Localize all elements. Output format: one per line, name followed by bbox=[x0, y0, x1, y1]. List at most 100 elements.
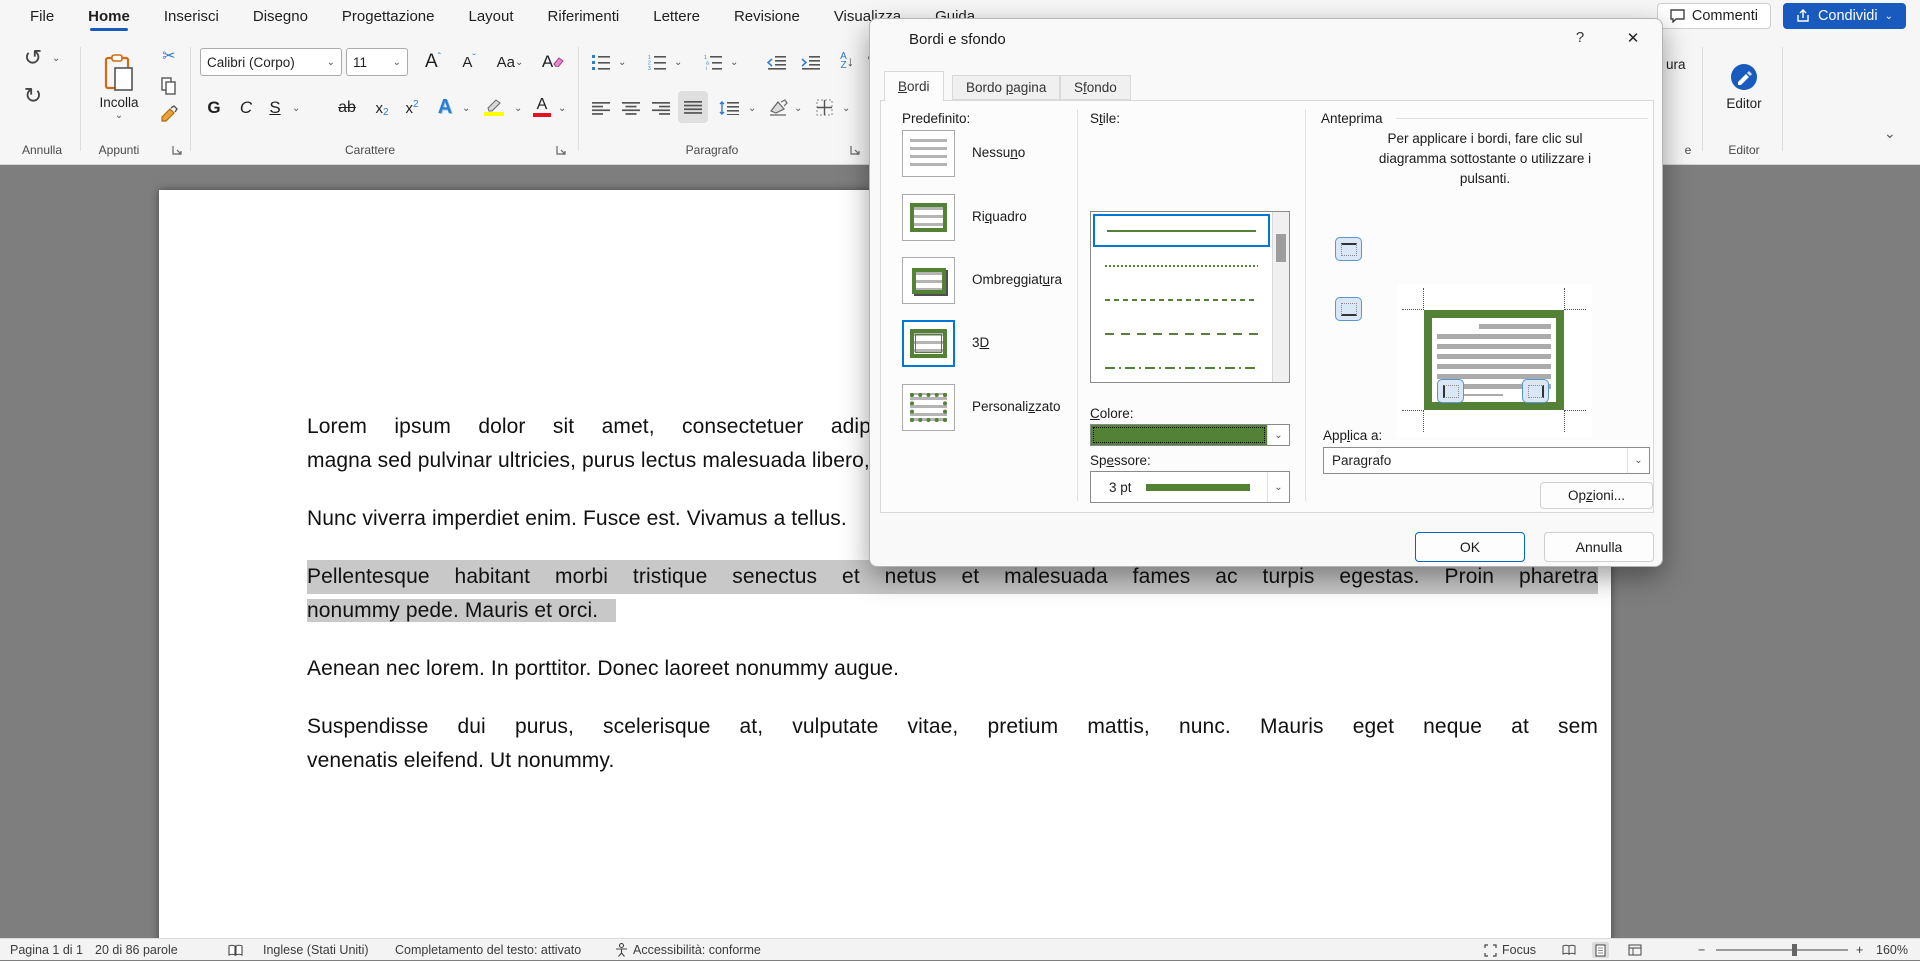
style-list-scrollbar[interactable] bbox=[1272, 212, 1289, 382]
copy-button[interactable] bbox=[156, 75, 182, 97]
shading-button[interactable] bbox=[764, 93, 792, 121]
decrease-indent-button[interactable] bbox=[762, 49, 790, 75]
dictate-button-fragment[interactable]: ura bbox=[1666, 57, 1686, 72]
print-layout-view-button-active[interactable] bbox=[1592, 939, 1609, 961]
justify-button-active[interactable] bbox=[678, 91, 708, 123]
left-border-toggle-button[interactable] bbox=[1437, 379, 1464, 403]
preset-nessuno[interactable]: Nessuno bbox=[972, 145, 1025, 160]
undo-button[interactable]: ↺ bbox=[18, 45, 48, 71]
superscript-button[interactable]: x2 bbox=[398, 93, 426, 123]
text-effects-button[interactable]: A bbox=[430, 91, 460, 123]
menu-file[interactable]: File bbox=[28, 2, 56, 31]
preset-personalizzato[interactable]: Personalizzato bbox=[972, 399, 1061, 414]
chevron-down-icon[interactable]: ⌄ bbox=[462, 103, 470, 114]
scrollbar-thumb[interactable] bbox=[1276, 234, 1286, 262]
tab-bordi[interactable]: Bordi bbox=[884, 71, 944, 101]
chevron-down-icon[interactable]: ⌄ bbox=[730, 57, 738, 68]
clipboard-dialog-launcher-icon[interactable] bbox=[172, 145, 183, 156]
highlight-button[interactable] bbox=[478, 91, 510, 123]
style-option-dash-small[interactable] bbox=[1093, 283, 1270, 316]
text-completion-indicator[interactable]: Completamento del testo: attivato bbox=[395, 939, 581, 961]
paragraph-dialog-launcher-icon[interactable] bbox=[850, 145, 861, 156]
page-indicator[interactable]: Pagina 1 di 1 bbox=[10, 939, 83, 961]
chevron-down-icon[interactable]: ⌄ bbox=[674, 57, 682, 68]
menu-revisione[interactable]: Revisione bbox=[732, 2, 802, 31]
shadow-preset-icon[interactable] bbox=[902, 257, 955, 304]
border-width-select[interactable]: 3 pt ⌄ bbox=[1090, 471, 1290, 503]
style-option-dash-large[interactable] bbox=[1093, 317, 1270, 350]
options-button[interactable]: Opzioni... bbox=[1540, 482, 1653, 509]
font-dialog-launcher-icon[interactable] bbox=[556, 145, 567, 156]
menu-home[interactable]: Home bbox=[86, 2, 132, 31]
zoom-slider-track[interactable] bbox=[1716, 949, 1848, 951]
style-option-dash-dot[interactable] bbox=[1093, 351, 1270, 384]
multilevel-list-button[interactable]: 1ai bbox=[700, 49, 726, 75]
grow-font-button[interactable]: Aˆ bbox=[416, 48, 450, 76]
cut-button[interactable]: ✂ bbox=[156, 45, 182, 67]
preset-3d[interactable]: 3D bbox=[972, 335, 989, 350]
style-option-dotted[interactable] bbox=[1093, 249, 1270, 282]
bullets-button[interactable] bbox=[588, 49, 614, 75]
cancel-button[interactable]: Annulla bbox=[1544, 532, 1654, 562]
none-preset-icon[interactable] bbox=[902, 130, 955, 177]
sort-button[interactable]: AZ ↓ bbox=[832, 47, 862, 75]
zoom-slider-thumb[interactable] bbox=[1792, 944, 1797, 956]
zoom-out-button[interactable]: − bbox=[1698, 939, 1705, 961]
menu-disegno[interactable]: Disegno bbox=[251, 2, 310, 31]
zoom-level[interactable]: 160% bbox=[1876, 939, 1908, 961]
strikethrough-button[interactable]: ab bbox=[330, 93, 364, 123]
bold-button[interactable]: G bbox=[200, 93, 228, 123]
font-color-button[interactable]: A bbox=[528, 91, 556, 123]
menu-layout[interactable]: Layout bbox=[467, 2, 516, 31]
align-center-button[interactable] bbox=[618, 95, 644, 121]
menu-riferimenti[interactable]: Riferimenti bbox=[546, 2, 622, 31]
focus-mode-button[interactable]: Focus bbox=[1484, 939, 1536, 961]
redo-button[interactable]: ↻ bbox=[18, 83, 48, 109]
read-mode-view-button[interactable] bbox=[1560, 939, 1577, 961]
chevron-down-icon[interactable]: ⌄ bbox=[292, 103, 300, 114]
3d-preset-icon[interactable] bbox=[902, 320, 955, 367]
shrink-font-button[interactable]: Aˇ bbox=[452, 48, 486, 76]
editor-button[interactable]: Editor bbox=[1712, 41, 1776, 131]
menu-progettazione[interactable]: Progettazione bbox=[340, 2, 437, 31]
web-layout-view-button[interactable] bbox=[1626, 939, 1643, 961]
menu-inserisci[interactable]: Inserisci bbox=[162, 2, 221, 31]
chevron-down-icon[interactable]: ⌄ bbox=[618, 57, 626, 68]
line-spacing-button[interactable] bbox=[714, 95, 744, 121]
tab-sfondo[interactable]: Sfondo bbox=[1060, 75, 1131, 100]
underline-button[interactable]: S bbox=[262, 93, 288, 123]
borders-button[interactable] bbox=[810, 93, 838, 121]
word-count[interactable]: 20 di 86 parole bbox=[95, 939, 178, 961]
accessibility-indicator[interactable]: Accessibilità: conforme bbox=[615, 939, 761, 961]
bottom-border-toggle-button[interactable] bbox=[1335, 297, 1362, 321]
box-preset-icon[interactable] bbox=[902, 194, 955, 241]
chevron-down-icon[interactable]: ⌄ bbox=[558, 103, 566, 114]
custom-preset-icon[interactable] bbox=[902, 384, 955, 431]
preset-ombreggiatura[interactable]: Ombreggiatura bbox=[972, 272, 1062, 287]
apply-to-select[interactable]: Paragrafo ⌄ bbox=[1323, 447, 1650, 474]
comments-button[interactable]: Commenti bbox=[1657, 3, 1771, 29]
increase-indent-button[interactable] bbox=[796, 49, 824, 75]
preset-riquadro[interactable]: Riquadro bbox=[972, 209, 1027, 224]
share-button[interactable]: Condividi ⌄ bbox=[1783, 3, 1906, 29]
italic-button[interactable]: C bbox=[232, 93, 260, 123]
right-border-toggle-button[interactable] bbox=[1522, 379, 1549, 403]
align-left-button[interactable] bbox=[588, 95, 614, 121]
chevron-down-icon[interactable]: ⌄ bbox=[514, 103, 522, 114]
border-preview-diagram[interactable] bbox=[1397, 284, 1592, 438]
collapse-ribbon-chevron-icon[interactable]: ⌄ bbox=[1884, 125, 1896, 142]
chevron-down-icon[interactable]: ⌄ bbox=[52, 53, 60, 64]
font-size-select[interactable]: 11⌄ bbox=[346, 48, 408, 76]
border-color-select[interactable]: ⌄ bbox=[1090, 424, 1290, 446]
font-name-select[interactable]: Calibri (Corpo)⌄ bbox=[200, 48, 342, 76]
chevron-down-icon[interactable]: ⌄ bbox=[842, 103, 850, 114]
proofing-book-icon[interactable] bbox=[228, 939, 243, 961]
menu-lettere[interactable]: Lettere bbox=[651, 2, 702, 31]
chevron-down-icon[interactable]: ⌄ bbox=[748, 103, 756, 114]
border-style-list[interactable] bbox=[1090, 211, 1290, 383]
change-case-button[interactable]: Aa⌄ bbox=[490, 48, 530, 76]
language-indicator[interactable]: Inglese (Stati Uniti) bbox=[263, 939, 369, 961]
clear-formatting-button[interactable]: A bbox=[536, 48, 570, 76]
style-option-solid[interactable] bbox=[1093, 214, 1270, 247]
paste-button[interactable]: Incolla ⌄ bbox=[86, 43, 152, 131]
